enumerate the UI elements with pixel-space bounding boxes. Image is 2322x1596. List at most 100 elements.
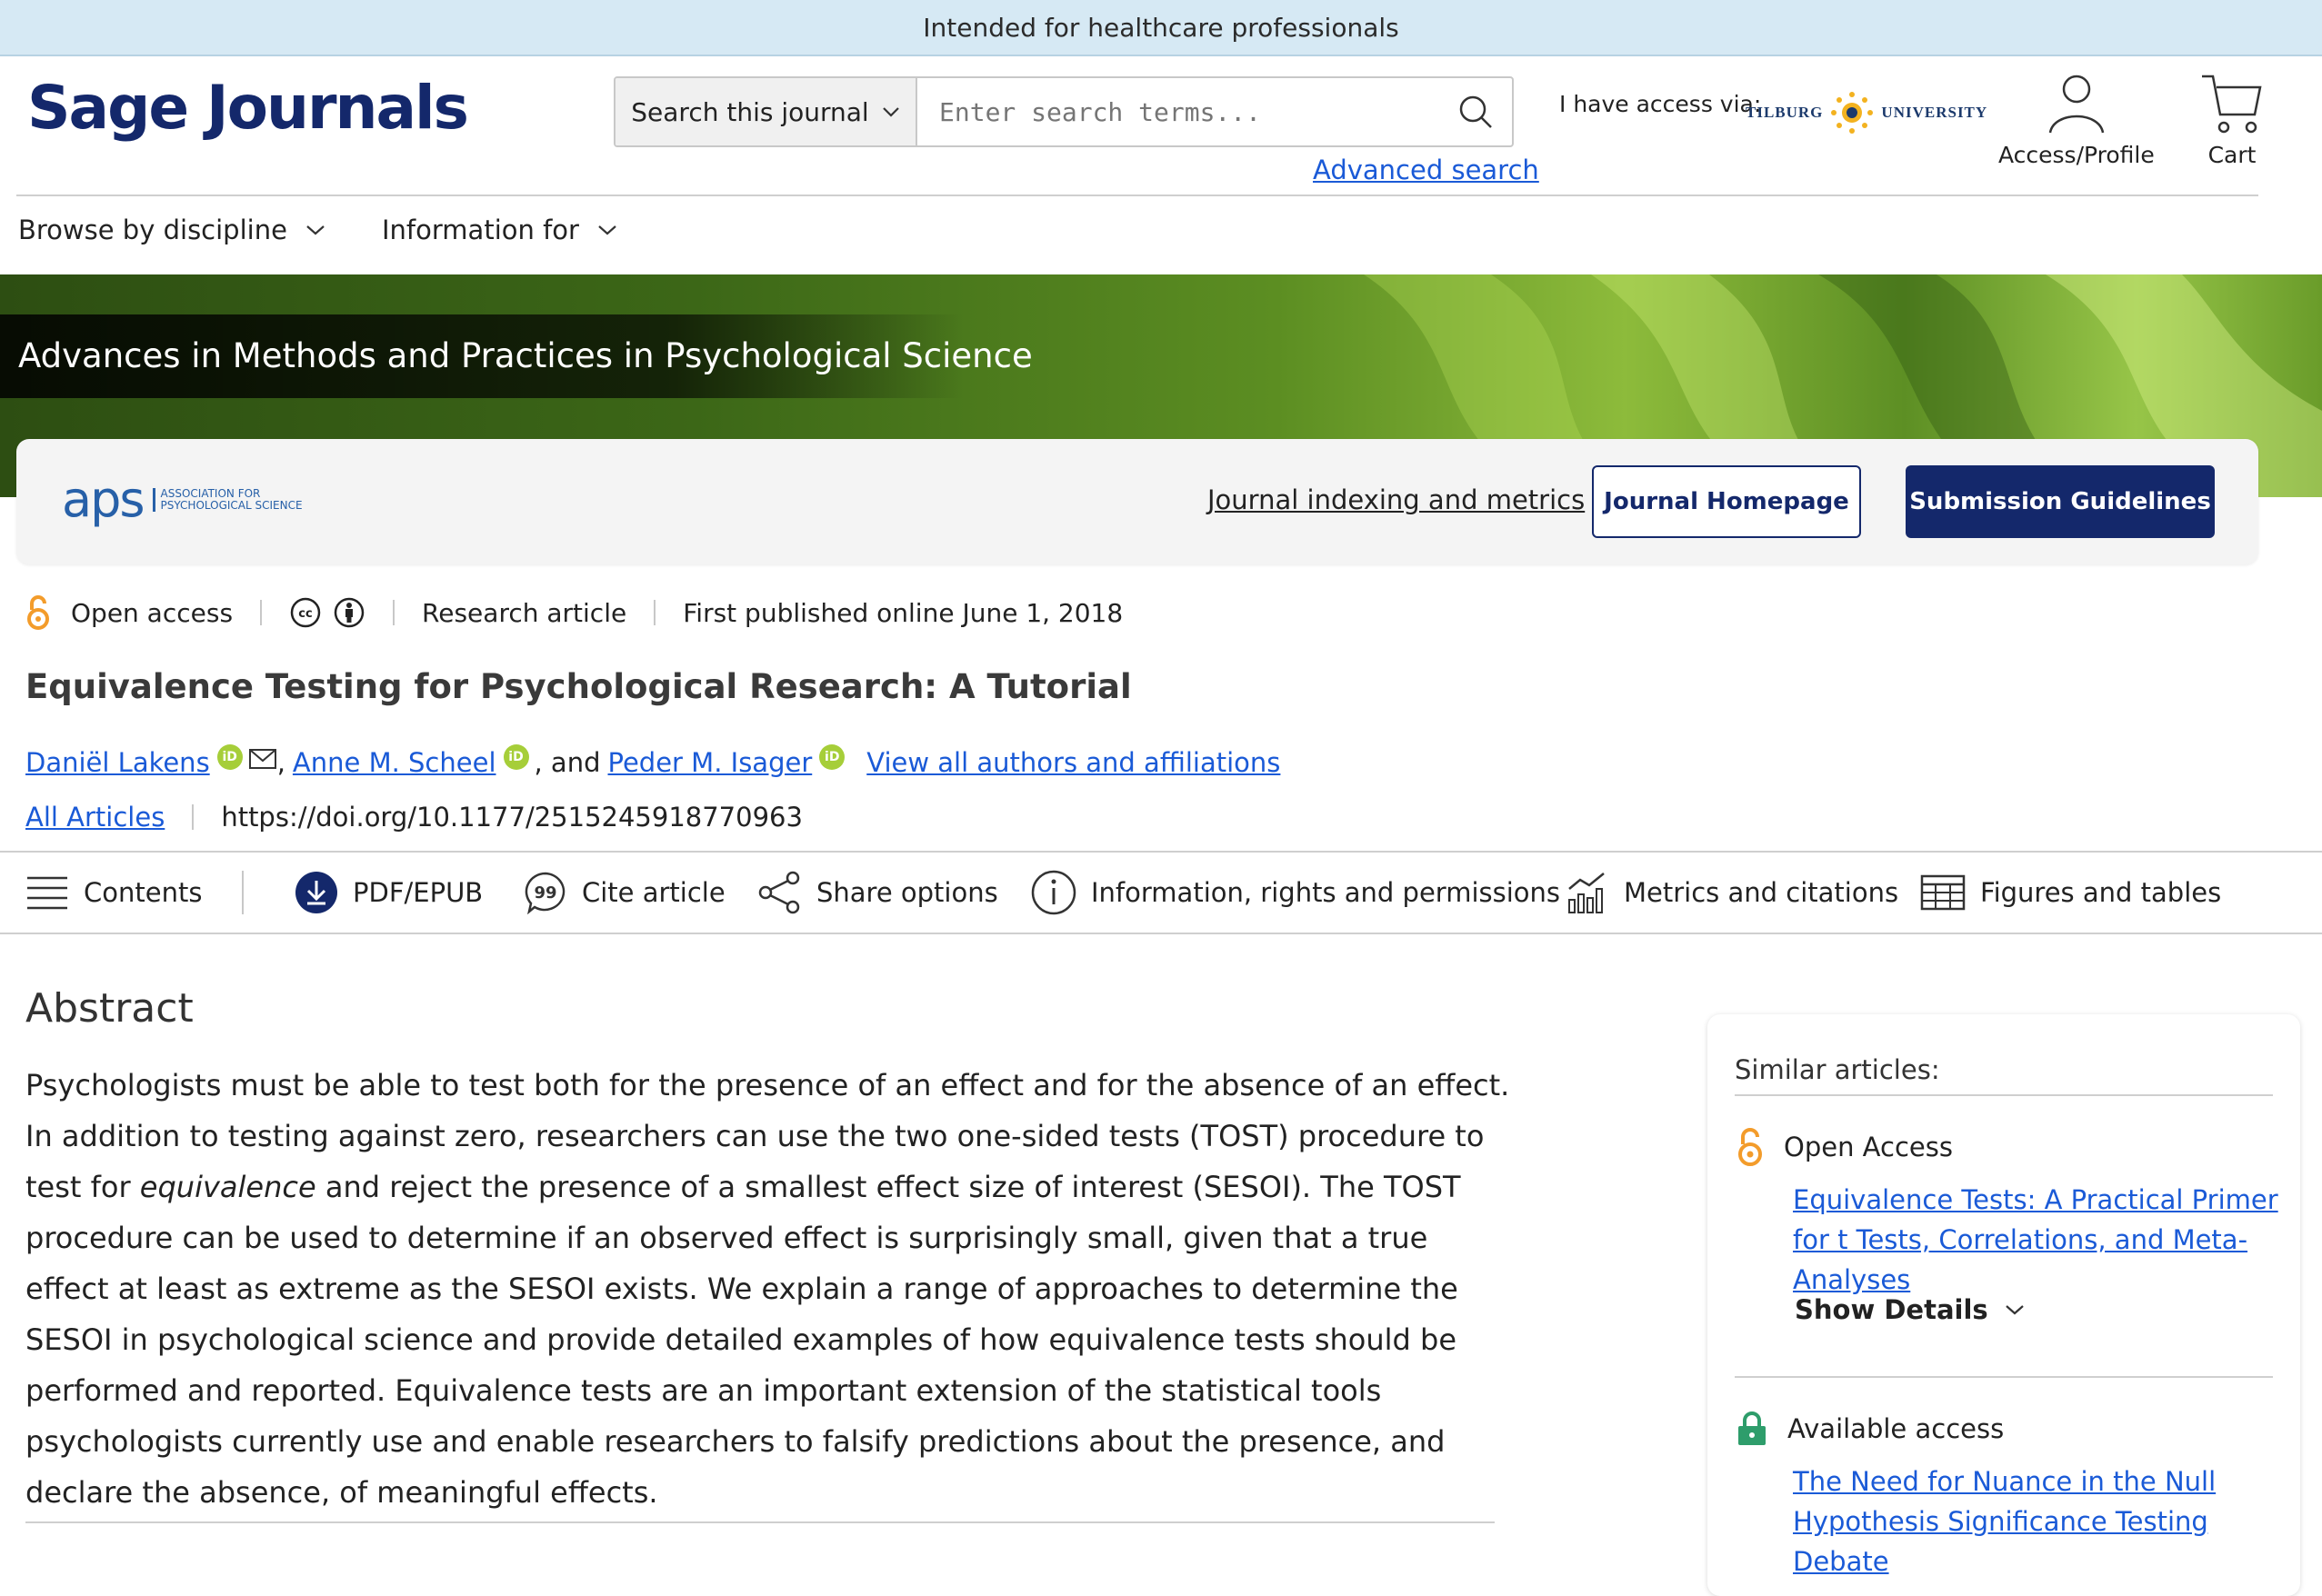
access-profile-label: Access/Profile [1998,142,2155,168]
attribution-icon[interactable] [333,596,365,629]
similar-articles-heading: Similar articles: [1735,1054,1940,1085]
similar-article-link[interactable]: Equivalence Tests: A Practical Primer fo… [1793,1180,2284,1300]
author-link[interactable]: Daniël Lakens [25,747,210,778]
access-profile-button[interactable]: Access/Profile [1998,71,2155,168]
search-scope-select[interactable]: Search this journal [616,78,917,145]
user-icon [2048,75,2105,134]
figures-tables-label: Figures and tables [1980,877,2222,908]
access-via-label: I have access via: [1559,91,1762,117]
journal-indexing-link[interactable]: Journal indexing and metrics [1207,484,1585,515]
share-icon [758,871,800,914]
lock-icon [1738,1411,1766,1445]
institution-seal-icon [1831,92,1874,134]
healthcare-banner: Intended for healthcare professionals [0,0,2322,56]
toolbar-top-border [0,851,2322,853]
bar-chart-icon [1568,873,1605,913]
submission-guidelines-button[interactable]: Submission Guidelines [1906,465,2215,538]
open-access-icon [27,595,49,630]
aps-logo[interactable]: aps ASSOCIATION FOR PSYCHOLOGICAL SCIENC… [62,471,303,528]
cite-article-label: Cite article [582,877,726,908]
aps-sub-line-1: ASSOCIATION FOR [160,486,261,500]
all-articles-link[interactable]: All Articles [25,802,165,833]
article-title: Equivalence Testing for Psychological Re… [25,667,1132,706]
quote-icon: 99 [525,872,565,914]
open-access-label: Open access [71,597,234,628]
toolbar-separator [242,871,244,914]
information-rights-label: Information, rights and permissions [1091,877,1561,908]
search-icon [1459,95,1492,128]
similar-access-tag: Available access [1736,1411,2004,1447]
creative-commons-icon[interactable]: cc [289,596,322,629]
meta-separator [654,600,656,625]
institution-right: University [1881,104,1988,121]
journal-title[interactable]: Advances in Methods and Practices in Psy… [18,336,1033,375]
metrics-citations-label: Metrics and citations [1624,877,1899,908]
institution-left: Tilburg [1746,104,1824,121]
advanced-search-link[interactable]: Advanced search [1313,155,1539,185]
search-input[interactable] [917,78,1439,145]
information-rights-button[interactable]: Information, rights and permissions [1031,870,1561,915]
abstract-emphasis: equivalence [139,1170,316,1204]
similar-divider [1735,1094,2273,1096]
journal-homepage-button[interactable]: Journal Homepage [1592,465,1861,538]
article-meta-row: Open access cc Research article First pu… [25,593,1123,633]
share-options-label: Share options [816,877,998,908]
browse-by-discipline-menu[interactable]: Browse by discipline [18,214,325,245]
information-for-menu[interactable]: Information for [382,214,617,245]
toolbar-bottom-border [0,933,2322,934]
cart-label: Cart [2207,142,2257,168]
cart-icon [2202,75,2262,134]
similar-access-label: Available access [1787,1413,2005,1444]
pdf-epub-label: PDF/EPUB [353,877,484,908]
email-icon[interactable] [248,748,277,770]
aps-logo-text: aps [62,471,145,528]
open-access-icon [1738,1128,1762,1166]
chevron-down-icon [2005,1305,2024,1315]
share-options-button[interactable]: Share options [758,871,998,914]
doi-link[interactable]: https://doi.org/10.1177/2515245918770963 [221,802,803,833]
contents-label: Contents [84,877,203,908]
show-details-button[interactable]: Show Details [1795,1294,2025,1325]
show-details-label: Show Details [1795,1294,1988,1325]
chevron-down-icon [598,225,616,235]
chevron-down-icon [306,225,325,235]
similar-access-tag: Open Access [1736,1127,1953,1167]
view-all-authors-link[interactable]: View all authors and affiliations [866,747,1280,778]
search-scope-label: Search this journal [631,96,869,127]
similar-divider [1735,1376,2273,1378]
search-button[interactable] [1439,78,1512,145]
sage-journals-logo[interactable]: Sage Journals [27,73,469,143]
article-type: Research article [422,597,627,628]
aps-sub-line-2: PSYCHOLOGICAL SCIENCE [160,498,303,512]
institution-logo[interactable]: Tilburg University [1746,89,1987,136]
orcid-icon[interactable]: iD [503,744,529,770]
header-divider [16,195,2258,196]
abstract-heading: Abstract [25,985,194,1032]
orcid-icon[interactable]: iD [819,744,846,770]
orcid-icon[interactable]: iD [216,744,243,770]
browse-label: Browse by discipline [18,214,287,245]
metrics-citations-button[interactable]: Metrics and citations [1566,871,1898,914]
figures-tables-button[interactable]: Figures and tables [1920,871,2221,914]
meta-separator [260,600,263,625]
cart-button[interactable]: Cart [2200,71,2264,168]
abstract-part-2: and reject the presence of a smallest ef… [25,1170,1461,1510]
svg-text:cc: cc [298,607,312,621]
author-list: Daniël Lakens iD , Anne M. Scheel iD , a… [25,744,1280,778]
author-separator: , and [534,747,601,778]
info-icon [1031,870,1076,915]
author-link[interactable]: Anne M. Scheel [293,747,496,778]
table-icon [1920,874,1966,911]
contents-button[interactable]: Contents [25,871,202,914]
abstract-text: Psychologists must be able to test both … [25,1060,1516,1518]
svg-text:99: 99 [534,883,556,903]
similar-access-label: Open Access [1784,1132,1953,1162]
cite-article-button[interactable]: 99 Cite article [524,871,726,914]
logo-text: Sage Journals [27,73,469,143]
published-date: First published online June 1, 2018 [683,597,1124,628]
author-link[interactable]: Peder M. Isager [608,747,813,778]
download-icon [295,872,337,913]
pdf-epub-button[interactable]: PDF/EPUB [295,871,483,914]
similar-article-link[interactable]: The Need for Nuance in the Null Hypothes… [1793,1461,2284,1581]
meta-separator [192,804,195,830]
